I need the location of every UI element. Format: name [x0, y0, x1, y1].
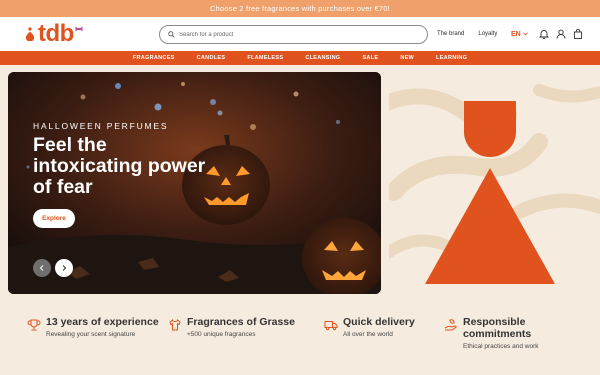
feature-subtitle: +500 unique fragrances — [187, 331, 256, 338]
nav-item-sale[interactable]: SALE — [362, 55, 378, 61]
link-loyalty[interactable]: Loyalty — [478, 31, 497, 37]
chevron-left-icon — [39, 265, 44, 271]
chevron-down-icon — [522, 32, 528, 36]
feature-subtitle: Ethical practices and work — [463, 343, 539, 350]
hero-eyebrow: HALLOWEEN PERFUMES — [33, 121, 169, 131]
language-label: EN — [511, 30, 521, 38]
nav-item-candles[interactable]: CANDLES — [197, 55, 226, 61]
language-selector[interactable]: EN — [511, 17, 528, 51]
user-icon[interactable] — [556, 29, 566, 39]
search-icon — [168, 31, 175, 38]
perfume-bottle-illustration — [389, 72, 600, 294]
bell-icon[interactable] — [539, 29, 549, 39]
logo[interactable]: tdb — [25, 22, 83, 46]
feature-experience: 13 years of experience Revealing your sc… — [27, 316, 159, 338]
header: tdb The brand Loyalty EN — [0, 17, 600, 51]
promo-banner: Choose 2 free fragrances with purchases … — [0, 0, 600, 17]
promo-text: Choose 2 free fragrances with purchases … — [210, 4, 390, 13]
feature-delivery: Quick delivery All over the world — [324, 316, 415, 338]
explore-button[interactable]: Explore — [33, 209, 75, 228]
header-links: The brand Loyalty — [437, 17, 497, 51]
feature-responsible: Responsible commitments Ethical practice… — [444, 316, 568, 350]
truck-icon — [324, 321, 338, 331]
feature-title: Fragrances of Grasse — [187, 316, 295, 328]
feature-title: Quick delivery — [343, 316, 415, 328]
carousel-next-button[interactable] — [55, 259, 73, 277]
search-bar[interactable] — [159, 25, 428, 44]
nav-item-learning[interactable]: LEARNING — [436, 55, 467, 61]
carousel-prev-button[interactable] — [33, 259, 51, 277]
nav-item-cleansing[interactable]: CLEANSING — [305, 55, 340, 61]
nav-item-flameless[interactable]: FLAMELESS — [247, 55, 283, 61]
main-nav: FRAGRANCES CANDLES FLAMELESS CLEANSING S… — [0, 51, 600, 65]
features-strip: 13 years of experience Revealing your sc… — [0, 300, 600, 375]
feature-subtitle: All over the world — [343, 331, 393, 338]
feature-title: 13 years of experience — [46, 316, 159, 328]
feature-grasse: Fragrances of Grasse +500 unique fragran… — [168, 316, 295, 338]
drop-logo-icon — [25, 27, 35, 41]
search-input[interactable] — [179, 31, 409, 38]
feature-title: Responsible commitments — [463, 316, 532, 340]
nav-item-fragrances[interactable]: FRAGRANCES — [133, 55, 175, 61]
cart-icon[interactable] — [573, 29, 583, 39]
logo-text: tdb — [38, 20, 74, 47]
link-the-brand[interactable]: The brand — [437, 31, 464, 37]
trophy-icon — [27, 319, 41, 331]
header-icons — [539, 17, 583, 51]
feature-subtitle: Revealing your scent signature — [46, 331, 136, 338]
shirt-icon — [169, 318, 181, 331]
chevron-right-icon — [62, 265, 67, 271]
hero-title: Feel the intoxicating power of fear — [33, 134, 206, 198]
nav-item-new[interactable]: NEW — [400, 55, 414, 61]
hero-banner: HALLOWEEN PERFUMES Feel the intoxicating… — [8, 72, 381, 294]
bow-icon — [75, 26, 83, 32]
hand-leaf-icon — [444, 319, 457, 331]
